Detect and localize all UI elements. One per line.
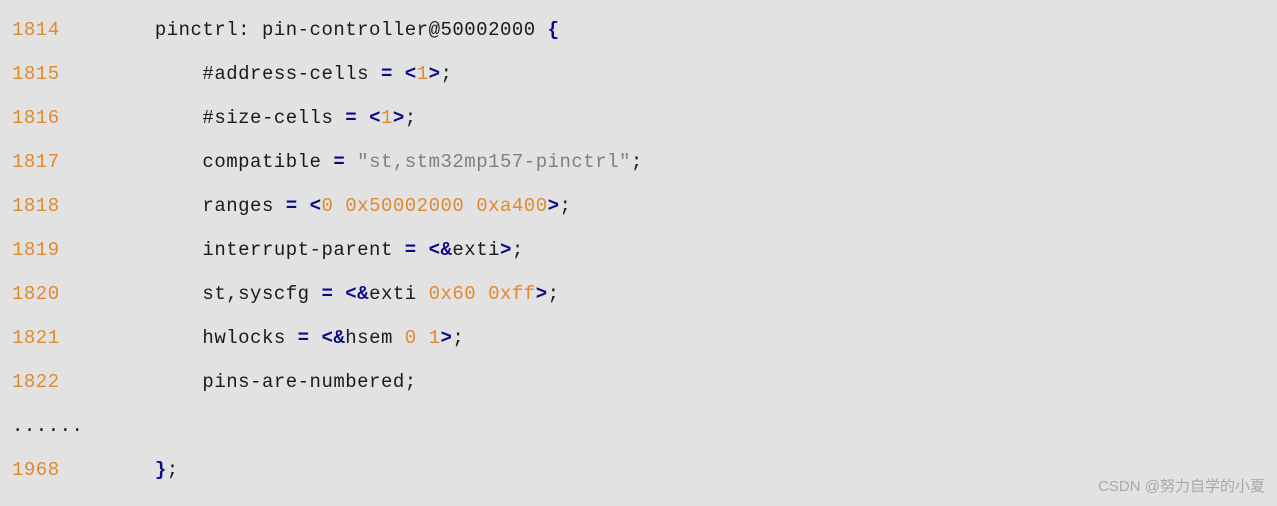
code-line: 1818 ranges = <0 0x50002000 0xa400>; (12, 184, 1265, 228)
semicolon: ; (560, 195, 572, 217)
code-line: 1968 }; (12, 448, 1265, 492)
code-text (345, 151, 357, 173)
code-text (298, 195, 310, 217)
equals-op: = (405, 239, 417, 261)
angle-close: > (548, 195, 560, 217)
code-line: 1820 st,syscfg = <&exti 0x60 0xff>; (12, 272, 1265, 316)
number-literal: 1 (417, 63, 429, 85)
equals-op: = (321, 283, 333, 305)
angle-open: < (405, 63, 417, 85)
code-text (417, 239, 429, 261)
code-line: 1816 #size-cells = <1>; (12, 96, 1265, 140)
angle-open: < (310, 195, 322, 217)
code-line: 1817 compatible = "st,stm32mp157-pinctrl… (12, 140, 1265, 184)
code-text: hwlocks (60, 327, 298, 349)
angle-close: > (536, 283, 548, 305)
number-literal: 0x60 0xff (429, 283, 536, 305)
equals-op: = (381, 63, 393, 85)
code-line: 1822 pins-are-numbered; (12, 360, 1265, 404)
code-text: pins-are-numbered; (60, 371, 417, 393)
ellipsis: ...... (12, 415, 83, 437)
angle-close: > (393, 107, 405, 129)
code-text: #size-cells (60, 107, 346, 129)
brace-close: } (155, 459, 167, 481)
code-line: 1821 hwlocks = <&hsem 0 1>; (12, 316, 1265, 360)
code-block: 1814 pinctrl: pin-controller@50002000 { … (12, 8, 1265, 492)
code-text: st,syscfg (60, 283, 322, 305)
line-number: 1820 (12, 283, 60, 305)
code-line: 1815 #address-cells = <1>; (12, 52, 1265, 96)
equals-op: = (286, 195, 298, 217)
angle-close: > (500, 239, 512, 261)
code-text: pinctrl: pin-controller@50002000 (60, 19, 548, 41)
semicolon: ; (441, 63, 453, 85)
code-text (393, 63, 405, 85)
semicolon: ; (548, 283, 560, 305)
line-number: 1821 (12, 327, 60, 349)
code-line: 1819 interrupt-parent = <&exti>; (12, 228, 1265, 272)
semicolon: ; (631, 151, 643, 173)
number-literal: 0 1 (405, 327, 441, 349)
angle-amp: <& (321, 327, 345, 349)
line-number: 1968 (12, 459, 60, 481)
code-text: interrupt-parent (60, 239, 405, 261)
angle-open: < (369, 107, 381, 129)
line-number: 1819 (12, 239, 60, 261)
equals-op: = (298, 327, 310, 349)
equals-op: = (333, 151, 345, 173)
number-literal: 1 (381, 107, 393, 129)
code-text: compatible (60, 151, 334, 173)
ref-name: hsem (345, 327, 405, 349)
equals-op: = (345, 107, 357, 129)
number-literal: 0 0x50002000 0xa400 (321, 195, 547, 217)
ellipsis-line: ...... (12, 404, 1265, 448)
semicolon: ; (405, 107, 417, 129)
line-number: 1822 (12, 371, 60, 393)
code-text (357, 107, 369, 129)
code-text (310, 327, 322, 349)
brace-open: { (548, 19, 560, 41)
angle-close: > (429, 63, 441, 85)
angle-amp: <& (429, 239, 453, 261)
semicolon: ; (452, 327, 464, 349)
code-text (60, 459, 155, 481)
line-number: 1818 (12, 195, 60, 217)
ref-name: exti (452, 239, 500, 261)
code-text: ranges (60, 195, 286, 217)
ref-name: exti (369, 283, 429, 305)
semicolon: ; (512, 239, 524, 261)
watermark-text: CSDN @努力自学的小夏 (1098, 475, 1265, 496)
angle-close: > (441, 327, 453, 349)
code-line: 1814 pinctrl: pin-controller@50002000 { (12, 8, 1265, 52)
angle-amp: <& (345, 283, 369, 305)
code-text: #address-cells (60, 63, 381, 85)
line-number: 1817 (12, 151, 60, 173)
semicolon: ; (167, 459, 179, 481)
line-number: 1816 (12, 107, 60, 129)
line-number: 1815 (12, 63, 60, 85)
code-text (333, 283, 345, 305)
string-literal: "st,stm32mp157-pinctrl" (357, 151, 631, 173)
line-number: 1814 (12, 19, 60, 41)
